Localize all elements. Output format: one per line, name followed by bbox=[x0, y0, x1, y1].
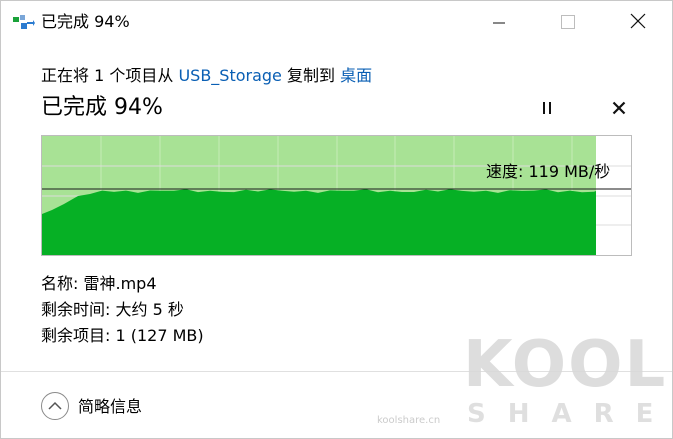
items-remaining-row: 剩余项目: 1 (127 MB) bbox=[41, 325, 204, 347]
cancel-icon bbox=[612, 100, 626, 119]
less-details-toggle[interactable] bbox=[41, 392, 69, 420]
title-bar[interactable]: 已完成 94% bbox=[1, 1, 672, 45]
watermark-url: koolshare.cn bbox=[377, 415, 441, 426]
pause-icon bbox=[541, 100, 553, 119]
window-title: 已完成 94% bbox=[41, 12, 130, 31]
file-name-value: 雷神.mp4 bbox=[83, 274, 157, 293]
file-name-label: 名称: bbox=[41, 274, 84, 293]
maximize-icon bbox=[561, 14, 575, 33]
watermark-logo: KOOL bbox=[463, 328, 668, 402]
pause-button[interactable] bbox=[535, 97, 559, 121]
chevron-up-icon bbox=[41, 392, 69, 420]
copy-icon bbox=[13, 14, 35, 30]
close-window-button[interactable] bbox=[615, 1, 661, 45]
speed-graph-svg bbox=[42, 136, 631, 255]
time-remaining-label: 剩余时间: bbox=[41, 300, 116, 319]
time-remaining-value: 大约 5 秒 bbox=[115, 300, 184, 319]
progress-title: 已完成 94% bbox=[41, 95, 163, 120]
cancel-button[interactable] bbox=[607, 97, 631, 121]
speed-area bbox=[42, 189, 596, 255]
copy-prefix: 正在将 1 个项目从 bbox=[41, 66, 179, 85]
copy-description: 正在将 1 个项目从 USB_Storage 复制到 桌面 bbox=[41, 65, 372, 87]
minimize-icon bbox=[493, 14, 505, 33]
speed-graph bbox=[41, 135, 632, 256]
source-link[interactable]: USB_Storage bbox=[178, 66, 281, 85]
items-remaining-label: 剩余项目: bbox=[41, 326, 116, 345]
time-remaining-row: 剩余时间: 大约 5 秒 bbox=[41, 299, 184, 321]
less-details-label[interactable]: 简略信息 bbox=[78, 396, 142, 418]
close-icon bbox=[630, 13, 646, 33]
speed-label: 速度: 119 MB/秒 bbox=[486, 162, 611, 181]
destination-link[interactable]: 桌面 bbox=[340, 66, 372, 85]
watermark-sub: SHARE bbox=[467, 399, 673, 429]
maximize-button[interactable] bbox=[545, 1, 591, 45]
copy-middle: 复制到 bbox=[281, 66, 341, 85]
copy-progress-window: 已完成 94% 正在将 1 个项目从 USB_Storage 复制到 桌面 已完… bbox=[0, 0, 673, 439]
file-name-row: 名称: 雷神.mp4 bbox=[41, 273, 157, 295]
minimize-button[interactable] bbox=[476, 1, 522, 45]
items-remaining-value: 1 (127 MB) bbox=[115, 326, 204, 345]
